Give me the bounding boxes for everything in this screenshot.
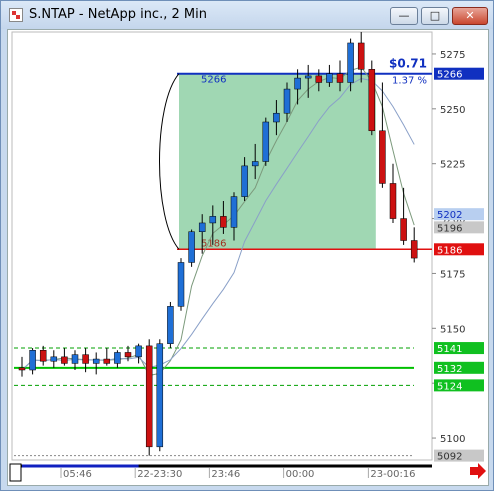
close-button[interactable]: ✕ — [452, 7, 488, 25]
candle-body[interactable] — [241, 165, 248, 197]
minimize-button[interactable]: — — [390, 7, 418, 25]
scroll-home-box[interactable] — [9, 463, 22, 482]
candle-body[interactable] — [283, 88, 291, 114]
candle-body[interactable] — [400, 218, 407, 241]
chart-app-icon[interactable] — [9, 8, 23, 22]
measure-change-label: $0.71 — [389, 57, 427, 71]
price-badge-label: 5266 — [437, 70, 462, 81]
candle-body[interactable] — [368, 69, 376, 132]
candle-body[interactable] — [124, 352, 132, 358]
candle-body[interactable] — [220, 216, 227, 228]
x-tick-label: 22-23:30 — [137, 469, 182, 480]
candle-body[interactable] — [71, 354, 79, 364]
price-chart[interactable]: 52665186$0.711.37 %527552505225520051755… — [8, 30, 488, 485]
maximize-button[interactable]: □ — [421, 7, 449, 25]
scroll-right-arrow-icon[interactable] — [470, 463, 486, 479]
candle-body[interactable] — [103, 358, 111, 364]
candle-body[interactable] — [198, 222, 206, 232]
candle-body[interactable] — [188, 231, 195, 263]
chart-panel[interactable]: 52665186$0.711.37 %527552505225520051755… — [7, 29, 489, 486]
y-tick-label: 5175 — [440, 269, 465, 280]
candle-body[interactable] — [347, 42, 354, 83]
candle-body[interactable] — [114, 352, 121, 364]
y-tick-label: 5250 — [440, 105, 465, 116]
x-tick-label: 00:00 — [286, 469, 315, 480]
candle-body[interactable] — [61, 356, 68, 364]
y-tick-label: 5275 — [440, 50, 465, 61]
title-bar[interactable]: S.NTAP - NetApp inc., 2 Min — □ ✕ — [1, 1, 493, 29]
price-badge-label: 5141 — [437, 344, 462, 355]
price-badge-label: 5196 — [437, 223, 462, 234]
candle-body[interactable] — [273, 112, 280, 123]
candle-body[interactable] — [209, 216, 217, 224]
candle-body[interactable] — [326, 73, 333, 83]
candle-body[interactable] — [389, 183, 397, 219]
candle-body[interactable] — [135, 345, 142, 358]
price-badge-label: 5092 — [437, 452, 462, 463]
candle-body[interactable] — [177, 262, 185, 307]
price-badge-label: 5124 — [437, 381, 462, 392]
candle-body[interactable] — [29, 350, 36, 371]
candle-body[interactable] — [39, 350, 47, 362]
window-title: S.NTAP - NetApp inc., 2 Min — [29, 7, 207, 22]
candle-body[interactable] — [357, 42, 365, 70]
price-badge-label: 5202 — [437, 210, 462, 221]
candle-body[interactable] — [336, 73, 344, 83]
candle-body[interactable] — [251, 161, 259, 167]
candle-body[interactable] — [230, 196, 238, 228]
measure-box[interactable] — [179, 73, 376, 250]
price-badge-label: 5132 — [437, 364, 462, 375]
candle-body[interactable] — [304, 75, 312, 79]
y-tick-label: 5100 — [440, 434, 465, 445]
candle-body[interactable] — [92, 358, 100, 364]
x-tick-label: 23-00:16 — [370, 469, 415, 480]
candle-body[interactable] — [156, 343, 164, 448]
candle-body[interactable] — [410, 240, 418, 259]
measure-high-label: 5266 — [201, 75, 226, 86]
candle-body[interactable] — [82, 354, 89, 364]
candle-body[interactable] — [167, 306, 174, 344]
chart-window: S.NTAP - NetApp inc., 2 Min — □ ✕ 5266 51… — [0, 0, 494, 491]
x-tick-label: 23:46 — [211, 469, 240, 480]
x-tick-label: 05:46 — [63, 469, 92, 480]
y-tick-label: 5150 — [440, 324, 465, 335]
y-tick-label: 5225 — [440, 160, 465, 171]
price-badge-label: 5186 — [437, 245, 462, 256]
measure-low-label: 5186 — [201, 238, 226, 249]
candle-body[interactable] — [145, 345, 153, 448]
candle-body[interactable] — [379, 130, 386, 184]
candle-body[interactable] — [50, 356, 58, 362]
candle-body[interactable] — [262, 121, 270, 162]
candle-body[interactable] — [294, 77, 301, 90]
measure-percent-label: 1.37 % — [392, 76, 427, 87]
candle-body[interactable] — [18, 367, 26, 371]
candle-body[interactable] — [315, 75, 323, 83]
